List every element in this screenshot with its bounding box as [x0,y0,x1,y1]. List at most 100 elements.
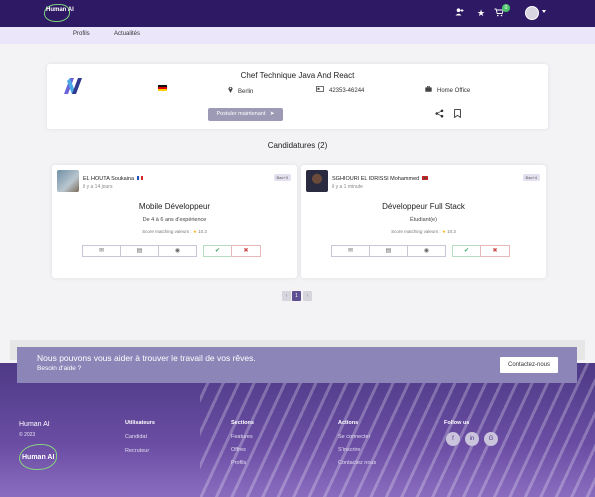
apply-label: Postuler maintenant [216,111,266,117]
envelope-icon: ✉ [347,248,354,254]
help-banner: Nous pouvons vous aider à trouver le tra… [17,347,577,383]
envelope-icon: ✉ [98,248,105,254]
phone-text: 42353-46244 [329,88,365,94]
candidate-photo [57,170,79,192]
location-text: Berlin [238,89,254,95]
footer-background-image [200,363,595,497]
prev-page-button[interactable]: ‹ [282,291,291,301]
candidate-score: Score matching valeurs : ★ 10.3 [301,229,546,235]
job-card: Chef Technique Java And React Berlin 423… [47,64,548,129]
contact-us-button[interactable]: Contactez-nous [500,357,558,373]
star-icon: ★ [441,229,446,234]
reject-button[interactable]: ✖ [231,245,261,257]
candidate-photo [306,170,328,192]
close-icon: ✖ [492,248,498,254]
candidate-name: SGHIOURI EL IDRISSI Mohammed [332,176,420,182]
footer [0,363,595,497]
document-icon: ▤ [385,248,392,254]
work-mode-text: Home Office [437,88,471,94]
footer-link-contact[interactable]: Contactez nous [338,460,376,466]
next-page-button[interactable]: › [303,291,312,301]
check-icon: ✔ [214,248,221,254]
candidate-name-row: SGHIOURI EL IDRISSI Mohammed [332,176,428,182]
candidate-card[interactable]: SGHIOURI EL IDRISSI Mohammed il y a 1 mi… [301,165,546,278]
document-icon: ▤ [136,248,143,254]
sub-navigation: Profils Actualités [0,27,595,44]
cv-button[interactable]: ▤ [369,245,408,257]
facebook-icon[interactable]: f [446,432,460,446]
footer-col-title: Follow us [444,420,470,426]
user-plus-icon[interactable] [455,8,464,18]
job-phone: 42353-46244 [316,86,364,94]
footer-copyright: © 2023 [19,432,36,438]
nav-profils[interactable]: Profils [73,31,90,37]
france-flag-icon [136,176,143,180]
germany-flag-icon [158,85,167,91]
candidate-experience: Étudiant(e) [410,217,437,223]
candidate-name: EL HOUTA Soukaina [83,176,135,182]
close-icon: ✖ [243,248,249,254]
job-work-mode: Home Office [425,86,470,94]
briefcase-icon [425,86,432,94]
message-button[interactable]: ✉ [82,245,121,257]
education-badge: Bac+4 [522,174,540,181]
footer-link-features[interactable]: Features [231,434,253,440]
help-title: Nous pouvons vous aider à trouver le tra… [37,353,256,363]
footer-brand: Human AI [19,421,50,428]
candidate-experience: De 4 à 6 ans d'expérience [142,217,207,223]
share-icon[interactable] [435,109,444,120]
job-location: Berlin [228,86,253,95]
footer-col-title: Actions [338,420,359,426]
candidates-heading: Candidatures (2) [267,141,328,150]
accept-button[interactable]: ✔ [452,245,481,257]
footer-col-title: Sections [231,420,254,426]
footer-link-offres[interactable]: Offres [231,447,246,453]
user-icon: ◉ [174,248,181,254]
message-button[interactable]: ✉ [331,245,370,257]
footer-logo-text: Human AI [22,454,55,461]
footer-link-profils[interactable]: Profils [231,460,246,466]
star-icon: ★ [192,229,197,234]
bookmark-icon[interactable] [454,109,461,120]
linkedin-icon[interactable]: in [465,432,479,446]
apply-button[interactable]: Postuler maintenant ➤ [208,108,283,121]
candidate-card[interactable]: EL HOUTA Soukaina il y a 14 jours Bac+3 … [52,165,297,278]
profile-button[interactable]: ◉ [158,245,197,257]
send-icon: ➤ [269,111,275,117]
top-navbar: Human AI ★ 0 [0,0,595,27]
profile-button[interactable]: ◉ [407,245,446,257]
footer-link-login[interactable]: Se connecter [338,434,370,440]
education-badge: Bac+3 [273,174,291,181]
page-1-button[interactable]: 1 [292,291,301,301]
nav-actualites[interactable]: Actualités [114,31,140,37]
chevron-down-icon[interactable] [542,10,546,13]
footer-link-signup[interactable]: S'inscrire [338,447,360,453]
footer-link-candidat[interactable]: Candidat [125,434,147,440]
accept-button[interactable]: ✔ [203,245,232,257]
footer-link-recruteur[interactable]: Recruteur [125,448,149,454]
help-subtitle: Besoin d'aide ? [37,365,82,372]
footer-logo: Human AI [19,444,59,472]
footer-col-title: Utilisateurs [125,420,155,426]
score-label: Score matching valeurs : [391,229,441,234]
check-icon: ✔ [463,248,470,254]
score-value: 10.3 [447,229,456,234]
cv-button[interactable]: ▤ [120,245,159,257]
candidate-name-row: EL HOUTA Soukaina [83,176,143,182]
candidate-role: Développeur Full Stack [382,202,465,211]
job-title: Chef Technique Java And React [240,71,355,80]
reject-button[interactable]: ✖ [480,245,510,257]
candidate-score: Score matching valeurs : ★ 10.3 [52,229,297,235]
score-value: 10.3 [198,229,207,234]
morocco-flag-icon [421,176,428,180]
star-icon[interactable]: ★ [477,8,485,18]
user-avatar[interactable] [525,6,539,20]
candidate-role: Mobile Développeur [138,202,211,211]
logo-text: Human AI [46,7,74,13]
cart-badge: 0 [502,4,510,12]
phone-card-icon [316,86,324,94]
human-ai-logo[interactable]: Human AI [44,4,74,22]
user-icon: ◉ [423,248,430,254]
candidate-ago: il y a 14 jours [83,184,113,190]
google-icon[interactable]: G [484,432,498,446]
